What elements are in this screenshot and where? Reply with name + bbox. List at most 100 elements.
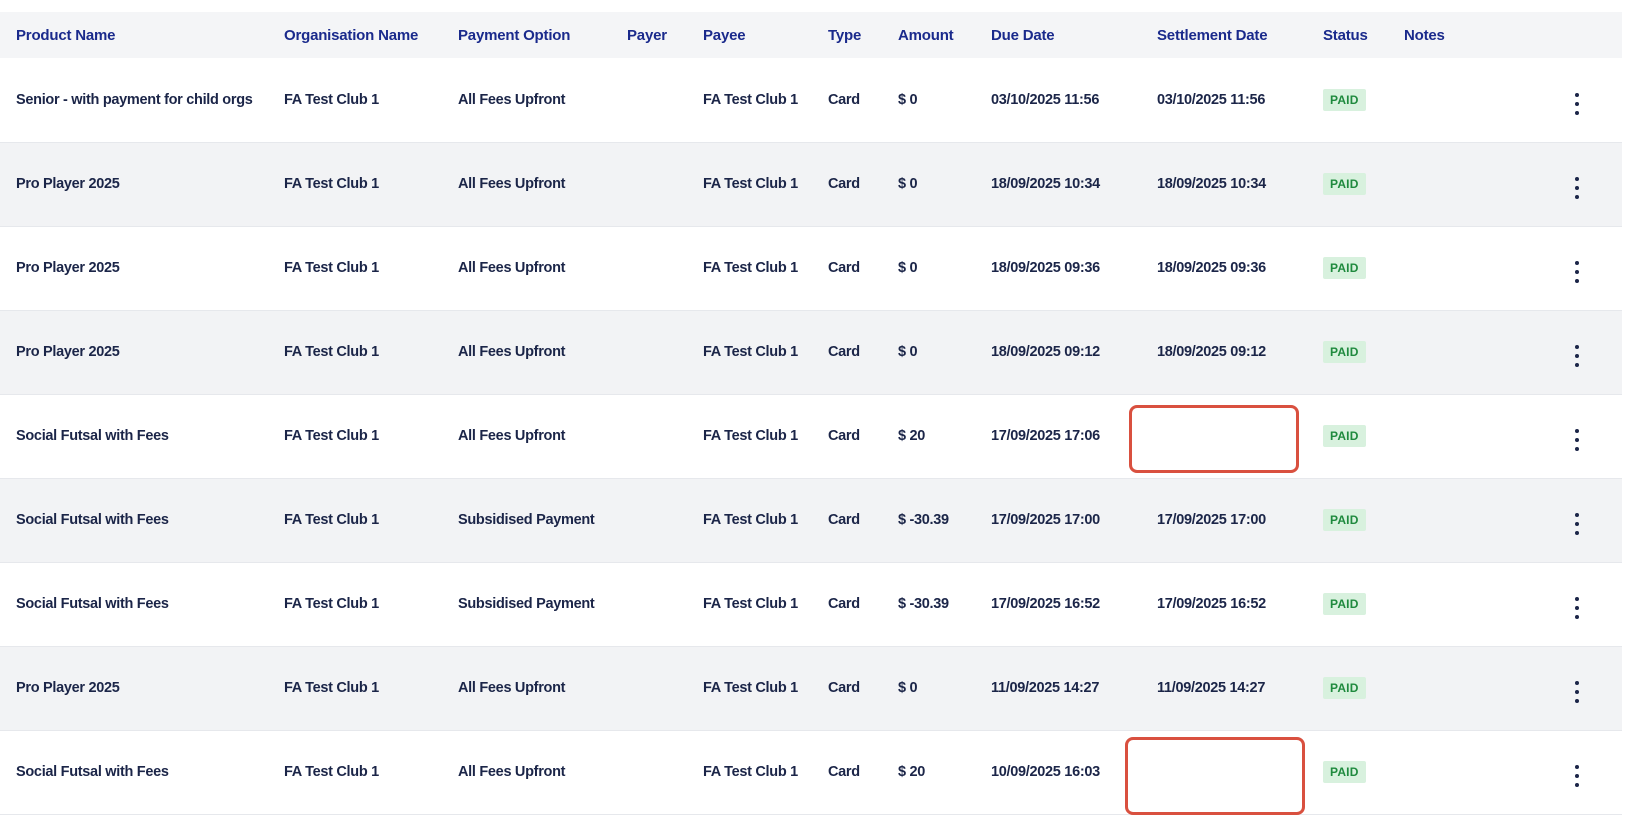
column-header-amount[interactable]: Amount	[882, 12, 975, 58]
product-name-cell: Pro Player 2025	[16, 344, 120, 360]
table-row[interactable]: Social Futsal with Fees FA Test Club 1 All…	[0, 730, 1622, 815]
more-vertical-icon[interactable]	[1570, 429, 1584, 451]
column-header-payee[interactable]: Payee	[687, 12, 812, 58]
status-badge: PAID	[1323, 88, 1366, 111]
payment-option-cell: All Fees Upfront	[458, 344, 566, 360]
payer-cell	[611, 394, 687, 478]
kebab-dot	[1575, 783, 1579, 787]
payments-table: Product Name Organisation Name Payment O…	[0, 12, 1622, 815]
payee-cell: FA Test Club 1	[703, 596, 798, 612]
table-row[interactable]: Pro Player 2025 FA Test Club 1 All Fees Up…	[0, 646, 1622, 730]
payer-cell	[611, 562, 687, 646]
table-row[interactable]: Pro Player 2025 FA Test Club 1 All Fees Up…	[0, 142, 1622, 226]
table-row[interactable]: Senior - with payment for child orgs FA T…	[0, 58, 1622, 142]
more-vertical-icon[interactable]	[1570, 681, 1584, 703]
status-cell: PAID	[1307, 730, 1388, 814]
payee-cell: FA Test Club 1	[703, 512, 798, 528]
kebab-dot	[1575, 110, 1579, 115]
row-actions-cell	[1474, 58, 1622, 142]
empty-settlement-highlight	[1129, 404, 1299, 473]
table-header-row: Product Name Organisation Name Payment O…	[0, 12, 1622, 58]
organisation-name-cell: FA Test Club 1	[284, 91, 379, 108]
row-actions-cell	[1474, 394, 1622, 478]
table-row[interactable]: Social Futsal with Fees FA Test Club 1 Sub…	[0, 478, 1622, 562]
organisation-name-cell: FA Test Club 1	[284, 680, 379, 696]
kebab-dot	[1575, 606, 1579, 610]
amount-cell: $ 20	[898, 764, 926, 780]
kebab-dot	[1575, 447, 1579, 451]
amount-cell: $ 0	[898, 344, 918, 360]
due-date-cell: 11/09/2025 14:27	[991, 680, 1100, 696]
kebab-dot	[1575, 513, 1579, 517]
table-body: Senior - with payment for child orgs FA T…	[0, 58, 1622, 815]
payer-cell	[611, 226, 687, 310]
column-header-payer[interactable]: Payer	[611, 12, 687, 58]
payee-cell: FA Test Club 1	[703, 91, 798, 108]
type-cell: Card	[828, 176, 860, 192]
product-name-cell: Pro Player 2025	[16, 176, 120, 192]
status-cell: PAID	[1307, 58, 1388, 142]
row-actions-cell	[1474, 310, 1622, 394]
notes-cell	[1388, 142, 1474, 226]
row-actions-cell	[1474, 226, 1622, 310]
notes-cell	[1388, 646, 1474, 730]
table-row[interactable]: Social Futsal with Fees FA Test Club 1 Sub…	[0, 562, 1622, 646]
payment-option-cell: All Fees Upfront	[458, 764, 566, 780]
settlement-date-cell: 17/09/2025 17:00	[1157, 512, 1266, 528]
payment-option-cell: Subsidised Payment	[458, 596, 595, 612]
kebab-dot	[1575, 279, 1579, 283]
column-header-type[interactable]: Type	[812, 12, 882, 58]
column-header-status[interactable]: Status	[1307, 12, 1388, 58]
column-header-product-name[interactable]: Product Name	[0, 12, 268, 58]
type-cell: Card	[828, 596, 860, 612]
column-header-organisation-name[interactable]: Organisation Name	[268, 12, 442, 58]
due-date-cell: 17/09/2025 17:06	[991, 428, 1100, 444]
more-vertical-icon[interactable]	[1570, 513, 1584, 535]
more-vertical-icon[interactable]	[1570, 261, 1584, 283]
table-row[interactable]: Pro Player 2025 FA Test Club 1 All Fees Up…	[0, 310, 1622, 394]
payment-option-cell: All Fees Upfront	[458, 680, 566, 696]
amount-cell: $ 0	[898, 91, 918, 108]
table-row[interactable]: Pro Player 2025 FA Test Club 1 All Fees Up…	[0, 226, 1622, 310]
kebab-dot	[1575, 186, 1579, 190]
product-name-cell: Social Futsal with Fees	[16, 596, 169, 612]
notes-cell	[1388, 562, 1474, 646]
notes-cell	[1388, 394, 1474, 478]
amount-cell: $ -30.39	[898, 512, 949, 528]
column-header-due-date[interactable]: Due Date	[975, 12, 1141, 58]
kebab-dot	[1575, 177, 1579, 181]
column-header-settlement-date[interactable]: Settlement Date	[1141, 12, 1307, 58]
product-name-cell: Social Futsal with Fees	[16, 512, 169, 528]
more-vertical-icon[interactable]	[1570, 597, 1584, 619]
product-name-cell: Pro Player 2025	[16, 680, 120, 696]
kebab-dot	[1575, 345, 1579, 349]
payment-option-cell: All Fees Upfront	[458, 91, 566, 108]
settlement-date-cell: 18/09/2025 09:36	[1157, 260, 1266, 276]
more-vertical-icon[interactable]	[1570, 92, 1584, 115]
column-header-payment-option[interactable]: Payment Option	[442, 12, 611, 58]
due-date-cell: 17/09/2025 17:00	[991, 512, 1100, 528]
status-badge: PAID	[1323, 173, 1366, 195]
kebab-dot	[1575, 615, 1579, 619]
row-actions-cell	[1474, 646, 1622, 730]
kebab-dot	[1575, 101, 1579, 106]
notes-cell	[1388, 226, 1474, 310]
status-badge: PAID	[1323, 425, 1366, 447]
status-badge: PAID	[1323, 257, 1366, 279]
more-vertical-icon[interactable]	[1570, 765, 1584, 787]
more-vertical-icon[interactable]	[1570, 177, 1584, 199]
payment-option-cell: All Fees Upfront	[458, 260, 566, 276]
type-cell: Card	[828, 512, 860, 528]
status-cell: PAID	[1307, 562, 1388, 646]
settlement-date-cell	[1129, 394, 1307, 478]
kebab-dot	[1575, 765, 1579, 769]
status-cell: PAID	[1307, 226, 1388, 310]
kebab-dot	[1575, 92, 1579, 97]
due-date-cell: 18/09/2025 09:12	[991, 344, 1100, 360]
type-cell: Card	[828, 344, 860, 360]
column-header-notes[interactable]: Notes	[1388, 12, 1474, 58]
more-vertical-icon[interactable]	[1570, 345, 1584, 367]
row-actions-cell	[1474, 562, 1622, 646]
table-row[interactable]: Social Futsal with Fees FA Test Club 1 All…	[0, 394, 1622, 478]
row-actions-cell	[1474, 730, 1622, 814]
